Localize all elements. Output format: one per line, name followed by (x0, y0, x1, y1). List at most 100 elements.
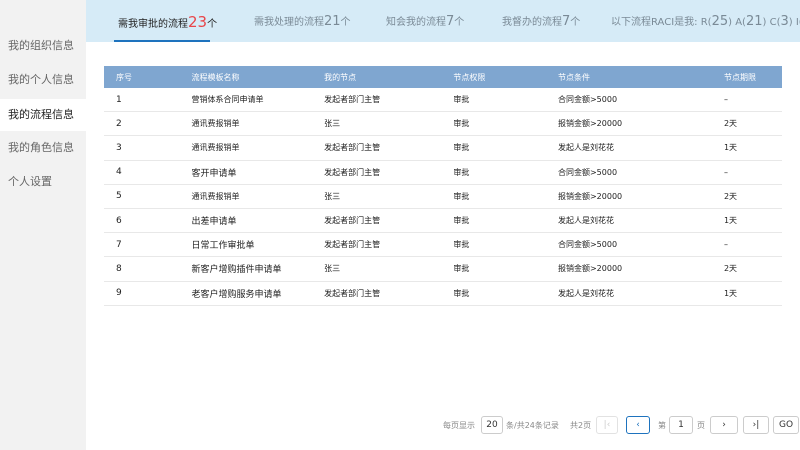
sidebar-item-org-info[interactable]: 我的组织信息 (0, 30, 86, 62)
cell-deadline: – (711, 232, 782, 258)
tab-approve[interactable]: 需我审批的流程23个 (118, 0, 217, 42)
raci-a-count: 21 (745, 14, 763, 29)
tab-handle[interactable]: 需我处理的流程21个 (254, 0, 351, 42)
cell-my-node: 发起者部门主管 (312, 281, 442, 306)
per-page-input[interactable] (481, 416, 503, 434)
cell-permission: 审批 (441, 232, 546, 258)
cell-permission: 审批 (441, 88, 546, 113)
raci-r[interactable]: R(25) (700, 14, 733, 29)
cell-my-node: 发起者部门主管 (312, 135, 442, 161)
cell-index: 3 (104, 135, 180, 161)
raci-r-prefix: R( (700, 17, 712, 28)
cell-template-name[interactable]: 客开申请单 (179, 160, 313, 185)
header-node-deadline: 节点期限 (711, 66, 782, 88)
prev-page-button[interactable]: ‹ (626, 416, 650, 434)
table-row[interactable]: 1 营销体系合同申请单 发起者部门主管 审批 合同金额>5000 – (104, 88, 782, 113)
table-row[interactable]: 6 出差申请单 发起者部门主管 审批 发起人是刘花花 1天 (104, 208, 782, 234)
raci-i[interactable]: I(4 (796, 17, 800, 28)
cell-deadline: 2天 (711, 111, 782, 137)
cell-index: 4 (104, 160, 180, 185)
cell-condition: 发起人是刘花花 (545, 135, 712, 161)
cell-deadline: 2天 (711, 256, 782, 282)
table-row[interactable]: 9 老客户增购服务申请单 发起者部门主管 审批 发起人是刘花花 1天 (104, 281, 782, 306)
raci-r-count: 25 (711, 14, 729, 29)
cell-condition: 合同金额>5000 (545, 232, 712, 258)
cell-condition: 报销金额>20000 (545, 184, 712, 209)
cell-template-name[interactable]: 日常工作审批单 (179, 232, 313, 258)
last-page-icon: ›| (752, 420, 760, 430)
tab-supervise[interactable]: 我督办的流程7个 (502, 0, 580, 42)
cell-permission: 审批 (441, 111, 546, 137)
table-row[interactable]: 7 日常工作审批单 发起者部门主管 审批 合同金额>5000 – (104, 232, 782, 258)
cell-my-node: 发起者部门主管 (312, 232, 442, 258)
sidebar-item-personal-info[interactable]: 我的个人信息 (0, 64, 86, 96)
cell-index: 8 (104, 256, 180, 282)
raci-r-suffix: ) (728, 17, 733, 28)
tab-count: 21 (324, 14, 341, 29)
cell-permission: 审批 (441, 160, 546, 185)
cell-template-name[interactable]: 新客户增购插件申请单 (179, 256, 313, 282)
cell-my-node: 发起者部门主管 (312, 208, 442, 234)
cell-template-name[interactable]: 通讯费报销单 (179, 184, 313, 209)
cell-my-node: 张三 (312, 184, 442, 209)
raci-a-prefix: A( (735, 17, 746, 28)
chevron-right-icon: › (722, 420, 726, 430)
cell-condition: 发起人是刘花花 (545, 208, 712, 234)
active-tab-indicator (114, 40, 210, 42)
raci-c-prefix: C( (769, 17, 781, 28)
table-row[interactable]: 3 通讯费报销单 发起者部门主管 审批 发起人是刘花花 1天 (104, 135, 782, 161)
table-row[interactable]: 5 通讯费报销单 张三 审批 报销金额>20000 2天 (104, 184, 782, 209)
sidebar-item-settings[interactable]: 个人设置 (0, 166, 86, 198)
cell-deadline: 1天 (711, 208, 782, 234)
next-page-button[interactable]: › (710, 416, 738, 434)
raci-summary: 以下流程RACI是我: R(25) A(21) C(3) I(4 (611, 0, 800, 42)
tab-notify[interactable]: 知会我的流程7个 (386, 0, 464, 42)
first-page-icon: |‹ (603, 420, 611, 430)
raci-c-count: 3 (780, 14, 789, 29)
last-page-button[interactable]: ›| (743, 416, 769, 434)
cell-condition: 合同金额>5000 (545, 88, 712, 113)
table-row[interactable]: 2 通讯费报销单 张三 审批 报销金额>20000 2天 (104, 111, 782, 137)
tab-unit: 个 (454, 17, 465, 28)
total-pages-label: 共2页 (570, 421, 592, 430)
cell-condition: 报销金额>20000 (545, 256, 712, 282)
cell-index: 5 (104, 184, 180, 209)
header-index: 序号 (104, 66, 180, 88)
cell-index: 7 (104, 232, 180, 258)
cell-template-name[interactable]: 出差申请单 (179, 208, 313, 234)
cell-template-name[interactable]: 老客户增购服务申请单 (179, 281, 313, 306)
cell-template-name[interactable]: 通讯费报销单 (179, 111, 313, 137)
cell-template-name[interactable]: 通讯费报销单 (179, 135, 313, 161)
page-prefix-label: 第 (658, 421, 666, 430)
cell-index: 2 (104, 111, 180, 137)
sidebar-item-process-info[interactable]: 我的流程信息 (0, 99, 86, 131)
go-button[interactable]: GO (773, 416, 799, 434)
raci-c[interactable]: C(3) (769, 14, 793, 29)
cell-condition: 报销金额>20000 (545, 111, 712, 137)
cell-deadline: – (711, 88, 782, 113)
cell-condition: 合同金额>5000 (545, 160, 712, 185)
cell-deadline: 1天 (711, 135, 782, 161)
cell-condition: 发起人是刘花花 (545, 281, 712, 306)
sidebar-item-role-info[interactable]: 我的角色信息 (0, 132, 86, 164)
total-records-label: 条/共24条记录 (506, 421, 559, 430)
tab-unit: 个 (340, 17, 351, 28)
raci-i-prefix: I( (795, 17, 800, 28)
cell-permission: 审批 (441, 135, 546, 161)
page-suffix-label: 页 (697, 421, 705, 430)
raci-label: 以下流程RACI是我: (611, 17, 698, 28)
cell-template-name[interactable]: 营销体系合同申请单 (179, 88, 313, 113)
cell-permission: 审批 (441, 281, 546, 306)
cell-my-node: 张三 (312, 111, 442, 137)
first-page-button[interactable]: |‹ (596, 416, 618, 434)
cell-permission: 审批 (441, 256, 546, 282)
table-row[interactable]: 4 客开申请单 发起者部门主管 审批 合同金额>5000 – (104, 160, 782, 185)
raci-a-suffix: ) (762, 17, 767, 28)
raci-a[interactable]: A(21) (735, 14, 767, 29)
per-page-label: 每页显示 (443, 421, 475, 430)
cell-deadline: 2天 (711, 184, 782, 209)
cell-deadline: 1天 (711, 281, 782, 306)
page-number-input[interactable] (669, 416, 693, 434)
table-row[interactable]: 8 新客户增购插件申请单 张三 审批 报销金额>20000 2天 (104, 256, 782, 282)
header-template-name: 流程模板名称 (179, 66, 313, 88)
